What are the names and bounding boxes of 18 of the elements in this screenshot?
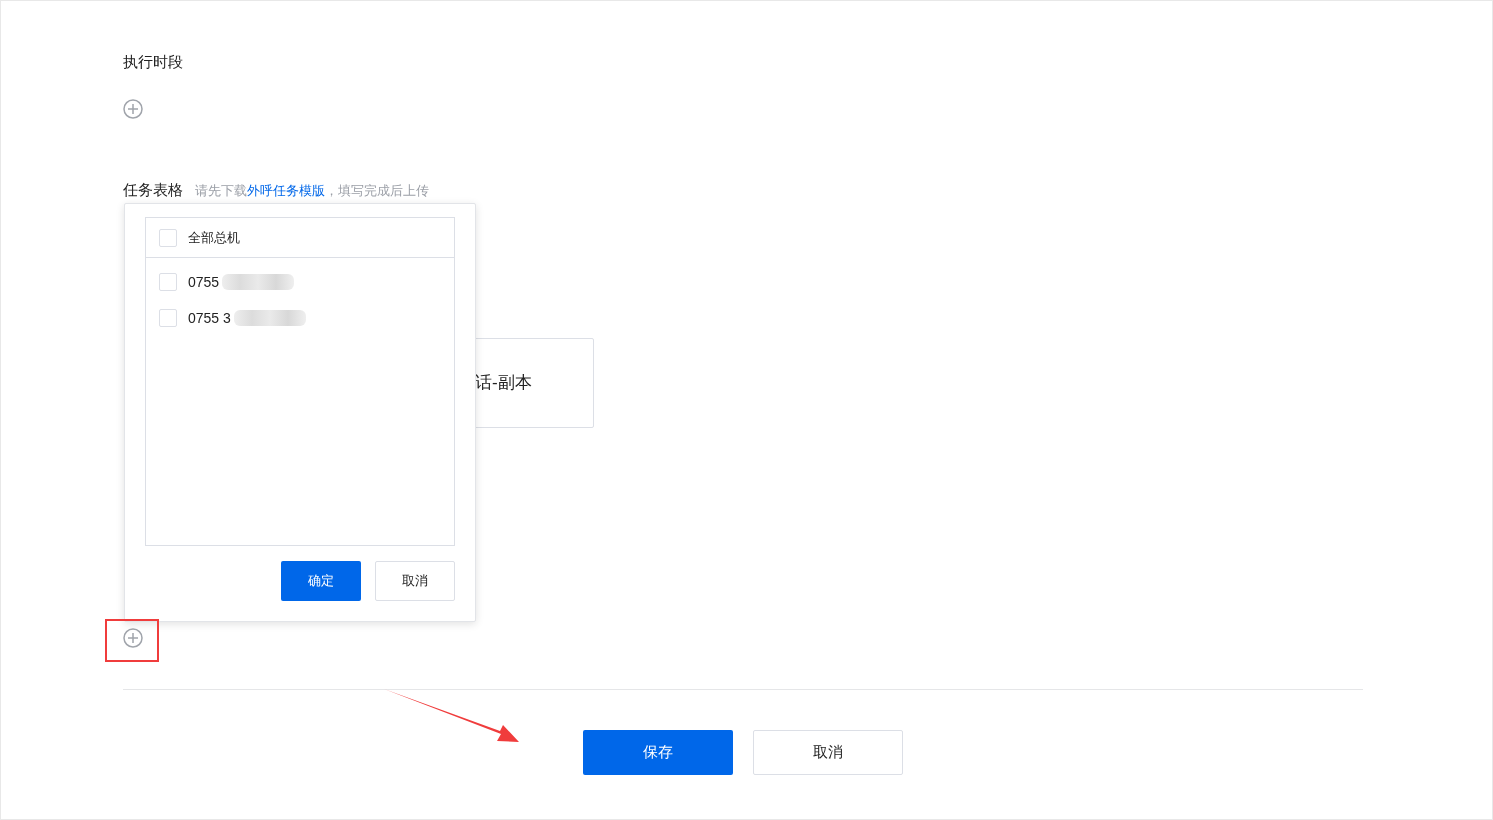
- save-button[interactable]: 保存: [583, 730, 733, 775]
- checkbox[interactable]: [159, 273, 177, 291]
- add-icon[interactable]: [123, 628, 143, 648]
- checkbox[interactable]: [159, 309, 177, 327]
- template-link[interactable]: 外呼任务模版: [247, 183, 325, 198]
- add-icon[interactable]: [123, 99, 143, 119]
- cancel-button[interactable]: 取消: [753, 730, 903, 775]
- confirm-button[interactable]: 确定: [281, 561, 361, 601]
- card-label: 话-副本: [475, 372, 532, 395]
- section-title: 执行时段: [123, 52, 183, 72]
- phone-number: 0755 3: [188, 308, 231, 328]
- highlight-frame: [105, 619, 159, 662]
- option-label: 全部总机: [188, 228, 240, 247]
- checkbox[interactable]: [159, 228, 177, 247]
- section-title: 任务表格: [123, 180, 183, 200]
- phone-number: 0755: [188, 272, 220, 292]
- cancel-button[interactable]: 取消: [375, 561, 455, 601]
- hint-text: 请先下载外呼任务模版，填写完成后上传: [195, 182, 429, 200]
